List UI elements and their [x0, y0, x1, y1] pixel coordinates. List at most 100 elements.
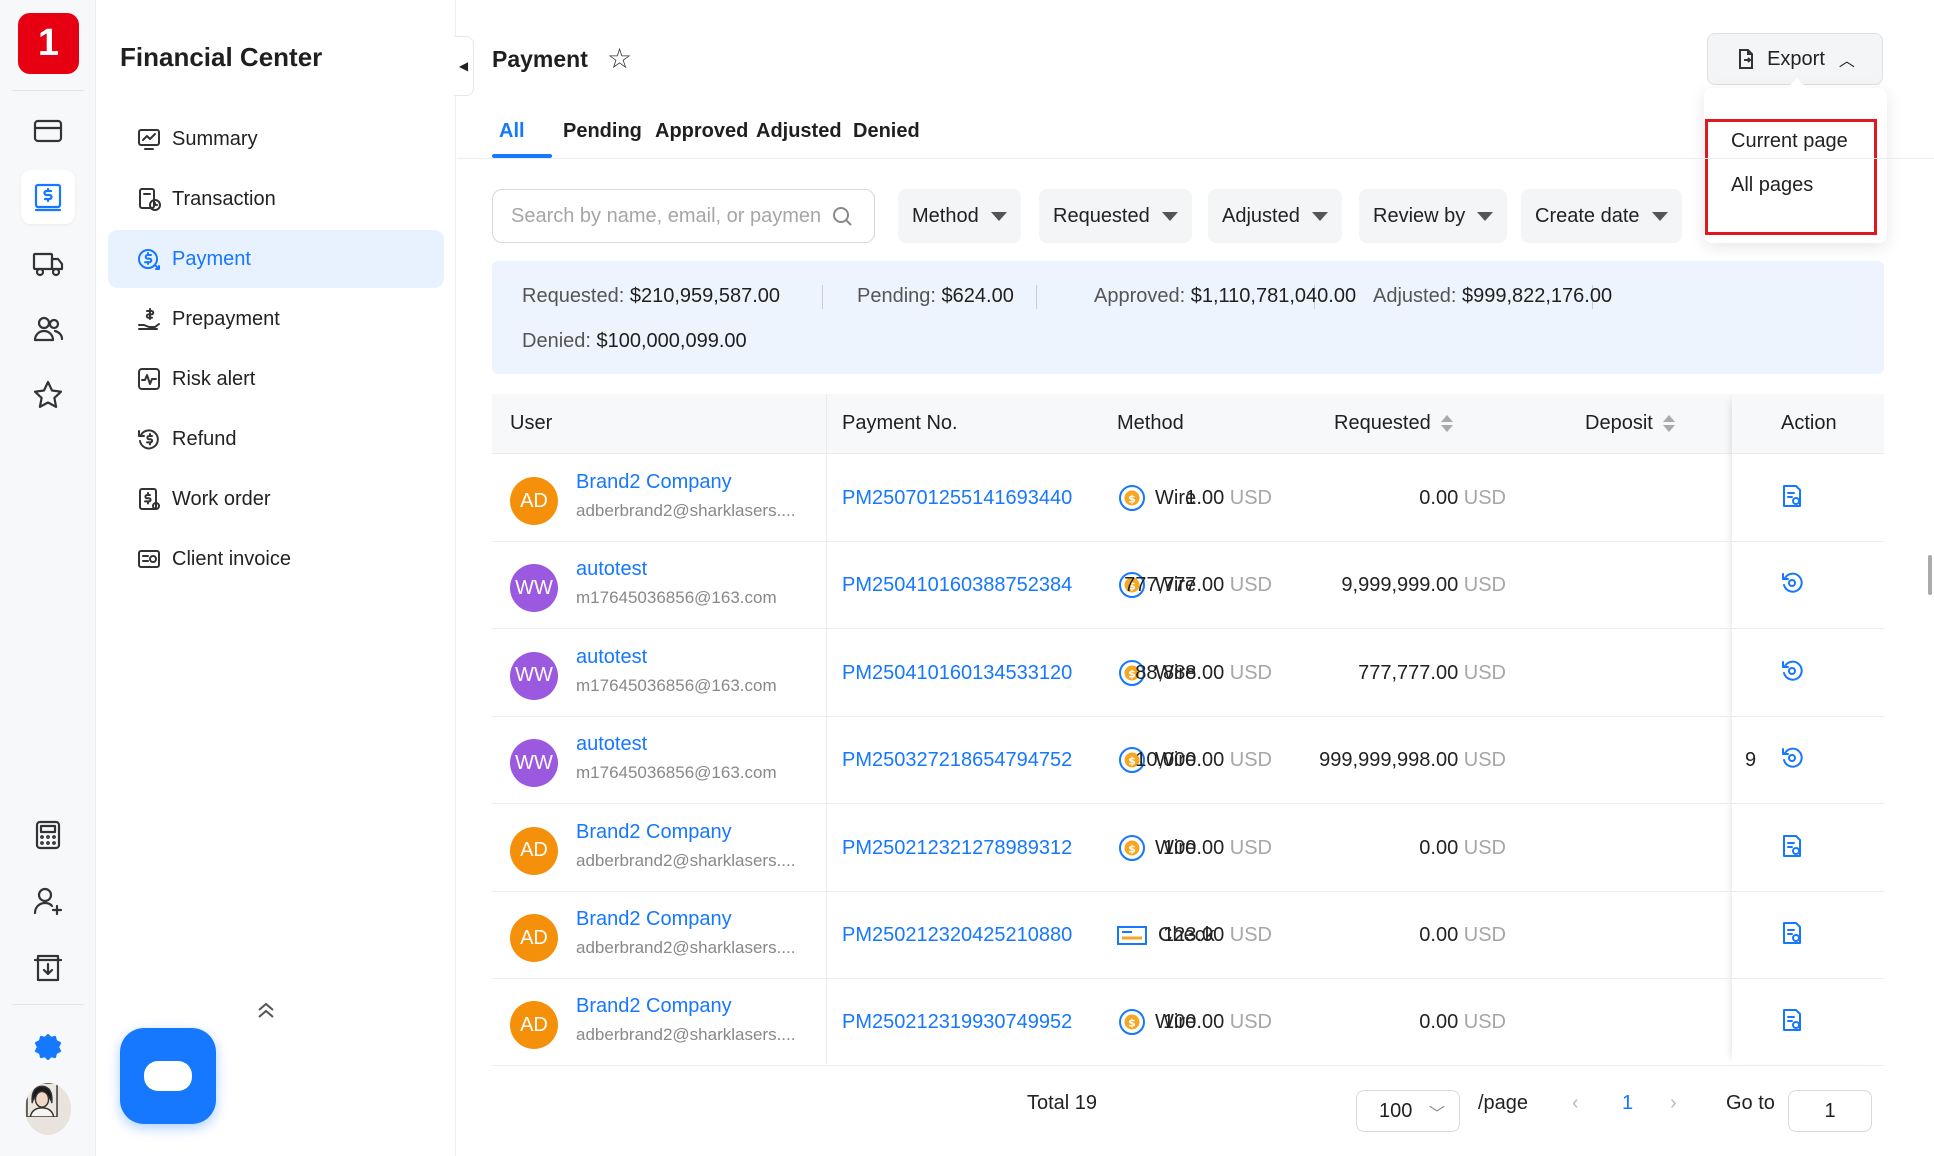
currency: USD: [1229, 749, 1272, 772]
currency: USD: [1229, 661, 1272, 684]
row-action-button[interactable]: [1780, 570, 1804, 596]
rail-card-button[interactable]: [21, 104, 75, 158]
rail-customers-button[interactable]: [21, 302, 75, 356]
payment-number-link[interactable]: PM250212321278989312: [842, 837, 1072, 860]
column-header-requested[interactable]: Requested: [1334, 412, 1453, 435]
tab-pending[interactable]: Pending: [563, 120, 642, 143]
search-field[interactable]: [492, 189, 875, 243]
sidenav-item-prepayment[interactable]: Prepayment: [108, 290, 444, 348]
row-action-button[interactable]: [1780, 745, 1804, 771]
currency: USD: [1463, 836, 1506, 859]
user-name-link[interactable]: Brand2 Company: [576, 471, 732, 494]
rail-shipping-button[interactable]: [21, 236, 75, 290]
summary-value: $210,959,587.00: [629, 285, 781, 307]
user-avatar[interactable]: [25, 1083, 71, 1135]
filter-create-date[interactable]: Create date: [1521, 189, 1682, 243]
favorite-star-icon[interactable]: ☆: [607, 44, 632, 74]
sidenav-item-summary[interactable]: Summary: [108, 110, 444, 168]
table-row[interactable]: AD Brand2 Company adberbrand2@sharklasers.…: [492, 455, 1884, 542]
column-header-deposit[interactable]: Deposit: [1585, 412, 1675, 435]
payment-number-link[interactable]: PM250410160134533120: [842, 662, 1072, 685]
sort-icon[interactable]: [1440, 415, 1453, 433]
currency: USD: [1229, 487, 1272, 509]
payment-number-link[interactable]: PM250410160388752384: [842, 574, 1072, 597]
per-page-label: /page: [1478, 1092, 1529, 1114]
sidenav-item-label: Payment: [172, 247, 251, 270]
page-size-select[interactable]: 100 ﹀: [1356, 1090, 1460, 1132]
tab-approved[interactable]: Approved: [655, 120, 748, 143]
tab-denied[interactable]: Denied: [853, 120, 920, 143]
card-icon: [33, 119, 63, 143]
prev-page-icon[interactable]: ‹: [1572, 1092, 1579, 1115]
sidenav-item-payment[interactable]: Payment: [108, 230, 444, 288]
page-number-current[interactable]: 1: [1622, 1092, 1633, 1115]
table-row[interactable]: WW autotest m17645036856@163.com PM25041016…: [492, 630, 1884, 717]
table-row[interactable]: AD Brand2 Company adberbrand2@sharklasers.…: [492, 805, 1884, 892]
table-row[interactable]: AD Brand2 Company adberbrand2@sharklasers.…: [492, 979, 1884, 1067]
export-button[interactable]: Export ︿: [1707, 33, 1883, 85]
table-row[interactable]: WW autotest m17645036856@163.com PM25041016…: [492, 542, 1884, 630]
sidenav-item-work-order[interactable]: Work order: [108, 470, 444, 528]
tab-all[interactable]: All: [499, 120, 525, 143]
app-logo[interactable]: 1: [18, 13, 79, 74]
export-label: Export: [1767, 47, 1825, 70]
user-name-link[interactable]: autotest: [576, 733, 647, 756]
user-name-link[interactable]: autotest: [576, 646, 647, 669]
sidenav-title: Financial Center: [120, 42, 323, 72]
requested-amount: 88,888.00 USD: [1135, 662, 1272, 685]
filter-requested[interactable]: Requested: [1039, 189, 1192, 243]
sidenav-item-transaction[interactable]: Transaction: [108, 170, 444, 228]
search-input[interactable]: [511, 204, 831, 228]
summary-label: Pending:: [857, 285, 936, 307]
row-action-button[interactable]: [1780, 658, 1804, 684]
chat-support-button[interactable]: [120, 1028, 216, 1124]
filter-label: Requested: [1053, 204, 1150, 227]
invoice-icon: [138, 550, 160, 568]
filter-method[interactable]: Method: [898, 189, 1021, 243]
sidenav-item-risk-alert[interactable]: Risk alert: [108, 350, 444, 408]
check-icon: [1117, 920, 1147, 950]
amount-value: 1.00: [1185, 487, 1225, 509]
user-name-link[interactable]: autotest: [576, 558, 647, 581]
tab-adjusted[interactable]: Adjusted: [756, 120, 842, 143]
scrollbar-thumb[interactable]: [1928, 555, 1932, 595]
next-page-icon[interactable]: ›: [1670, 1092, 1677, 1115]
table-row[interactable]: WW autotest m17645036856@163.com PM25032721…: [492, 717, 1884, 805]
currency: USD: [1229, 924, 1272, 946]
currency: USD: [1463, 924, 1506, 946]
page-title: Payment: [492, 46, 588, 72]
payment-number-link[interactable]: PM250327218654794752: [842, 749, 1072, 772]
payment-number-link[interactable]: PM250212320425210880: [842, 924, 1072, 947]
summary-adjusted: Adjusted: $999,822,176.00: [1373, 285, 1612, 308]
pagination-total: Total 19: [1027, 1092, 1098, 1114]
currency: USD: [1229, 1011, 1272, 1034]
table-row[interactable]: AD Brand2 Company adberbrand2@sharklasers.…: [492, 892, 1884, 979]
rail-calculator-button[interactable]: [21, 808, 75, 862]
user-email: m17645036856@163.com: [576, 675, 777, 695]
filter-label: Adjusted: [1222, 204, 1300, 227]
user-name-link[interactable]: Brand2 Company: [576, 995, 732, 1018]
double-chevron-up-icon[interactable]: [252, 996, 280, 1024]
sidenav-item-client-invoice[interactable]: Client invoice: [108, 530, 444, 588]
payment-number-link[interactable]: PM250701255141693440: [842, 487, 1072, 510]
row-action-button[interactable]: [1780, 920, 1804, 946]
payment-number-link[interactable]: PM250212319930749952: [842, 1011, 1072, 1034]
rail-finance-button[interactable]: [21, 170, 75, 224]
amount-value: 88,888.00: [1135, 661, 1225, 684]
user-name-link[interactable]: Brand2 Company: [576, 908, 732, 931]
rail-download-button[interactable]: [21, 940, 75, 994]
sort-icon[interactable]: [1662, 415, 1675, 433]
goto-page-input[interactable]: 1: [1788, 1090, 1872, 1132]
row-action-button[interactable]: [1780, 833, 1804, 859]
row-action-button[interactable]: [1780, 483, 1804, 509]
currency: USD: [1229, 836, 1272, 859]
filter-adjusted[interactable]: Adjusted: [1208, 189, 1342, 243]
row-action-button[interactable]: [1780, 1007, 1804, 1033]
sidenav-item-label: Risk alert: [172, 367, 256, 390]
rail-add-user-button[interactable]: [21, 874, 75, 928]
sidenav-item-refund[interactable]: Refund: [108, 410, 444, 468]
filter-review-by[interactable]: Review by: [1359, 189, 1508, 243]
rail-settings-button[interactable]: [21, 1020, 75, 1074]
rail-favorites-button[interactable]: [21, 368, 75, 422]
user-name-link[interactable]: Brand2 Company: [576, 821, 732, 844]
